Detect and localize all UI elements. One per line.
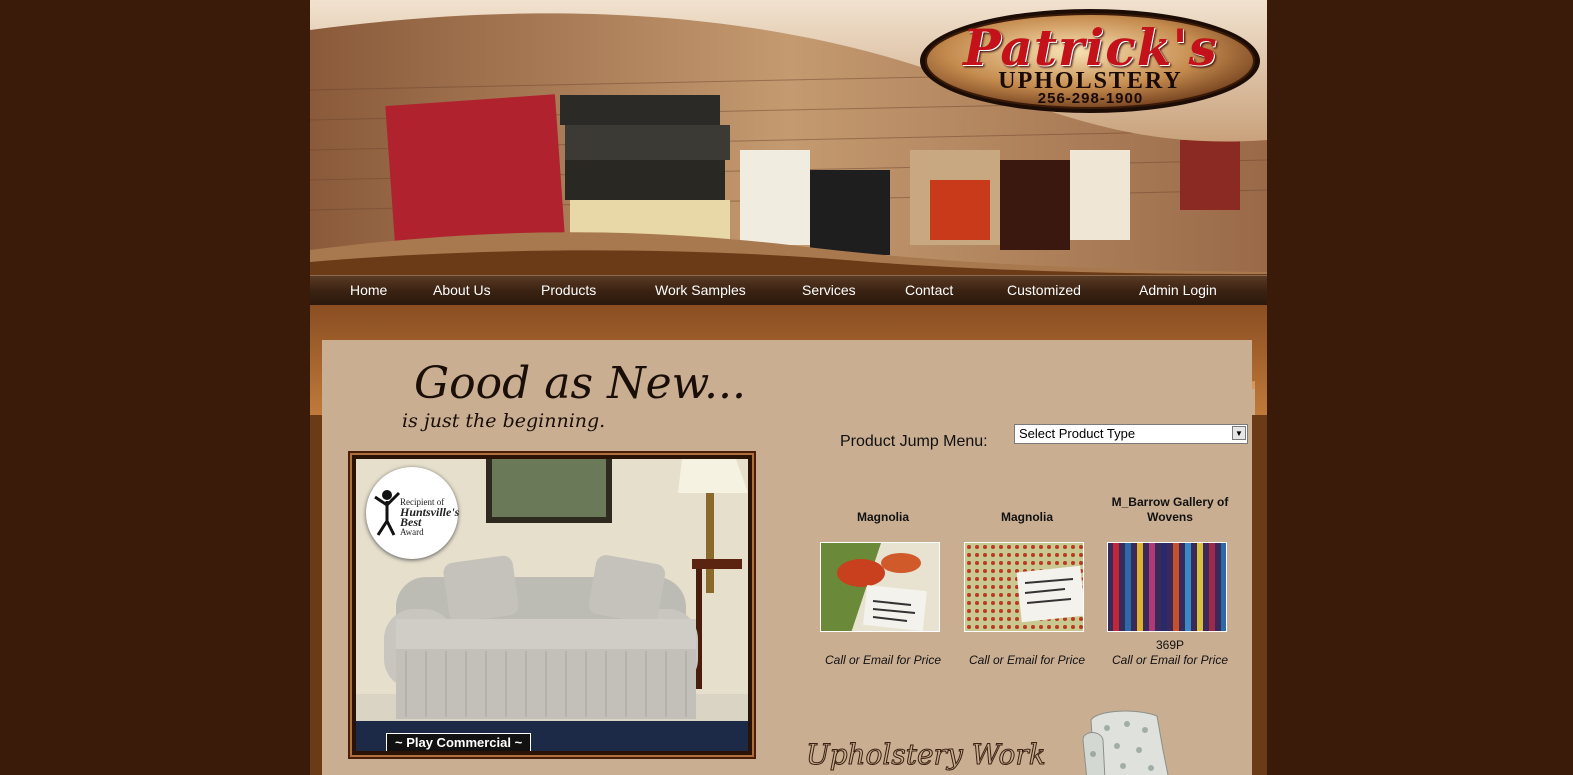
fabric-swatch-dotted-icon[interactable] xyxy=(964,542,1084,632)
nav-contact[interactable]: Contact xyxy=(905,282,953,298)
nav-services[interactable]: Services xyxy=(802,282,856,298)
product-type-select[interactable]: Select Product Type ▼ xyxy=(1014,424,1248,444)
main-content: Good as New... is just the beginning. Re… xyxy=(322,340,1252,775)
fabric-swatch-striped-icon[interactable] xyxy=(1107,542,1227,632)
fabric-swatch-floral-icon[interactable] xyxy=(820,542,940,632)
product-price: Call or Email for Price xyxy=(968,653,1086,667)
tagline-main: Good as New... xyxy=(414,358,747,409)
product-price: Call or Email for Price xyxy=(824,653,942,667)
product-thumbnail xyxy=(965,543,1083,631)
product-thumbnail xyxy=(821,543,939,631)
commercial-video[interactable]: Recipient of Huntsville's Best Award ~ P… xyxy=(350,453,754,757)
logo-phone: 256-298-1900 xyxy=(1037,90,1144,107)
huntsvilles-best-badge: Recipient of Huntsville's Best Award xyxy=(366,467,460,559)
jump-menu-label: Product Jump Menu: xyxy=(840,433,988,450)
nav-admin-login[interactable]: Admin Login xyxy=(1139,282,1217,298)
product-type-selected: Select Product Type xyxy=(1019,426,1136,441)
section-title: Upholstery Work xyxy=(806,738,1047,772)
play-commercial-button[interactable]: ~ Play Commercial ~ xyxy=(386,733,532,751)
site-logo[interactable]: Patrick's UPHOLSTERY 256-298-1900 xyxy=(918,4,1263,114)
armchair-icon xyxy=(1082,710,1169,775)
nav-about-us[interactable]: About Us xyxy=(433,282,491,298)
product-thumbnail xyxy=(1108,543,1226,631)
badge-line4: Award xyxy=(400,527,424,537)
video-frame: Recipient of Huntsville's Best Award ~ P… xyxy=(356,459,748,751)
nav-work-samples[interactable]: Work Samples xyxy=(655,282,746,298)
badge-text: Recipient of Huntsville's Best Award xyxy=(400,497,460,537)
product-title[interactable]: M_Barrow Gallery of Wovens xyxy=(1095,495,1245,525)
product-title[interactable]: Magnolia xyxy=(952,510,1102,525)
nav-customized[interactable]: Customized xyxy=(1007,282,1081,298)
product-code: 369P xyxy=(1155,638,1185,652)
chevron-down-icon[interactable]: ▼ xyxy=(1232,426,1246,440)
award-figure-icon xyxy=(374,490,401,536)
nav-home[interactable]: Home xyxy=(350,282,387,298)
header-banner: Patrick's UPHOLSTERY 256-298-1900 xyxy=(310,0,1267,275)
main-nav: Home About Us Products Work Samples Serv… xyxy=(310,275,1267,306)
tagline-sub: is just the beginning. xyxy=(402,410,606,432)
nav-products[interactable]: Products xyxy=(541,282,596,298)
product-title[interactable]: Magnolia xyxy=(808,510,958,525)
product-price: Call or Email for Price xyxy=(1111,653,1229,667)
page-frame: Patrick's UPHOLSTERY 256-298-1900 Home A… xyxy=(310,0,1267,775)
